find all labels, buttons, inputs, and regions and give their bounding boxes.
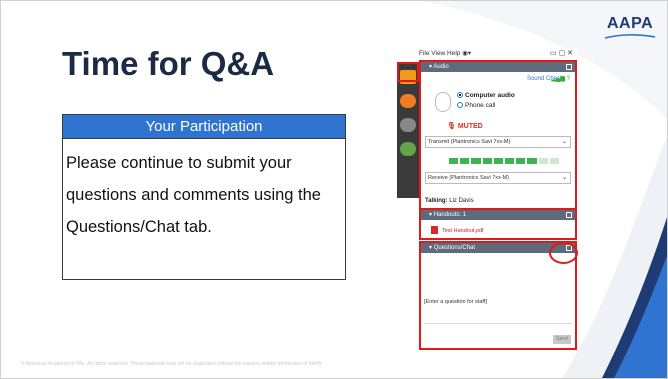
computer-audio-radio[interactable]: Computer audio — [457, 92, 515, 99]
window-controls[interactable]: ▭ ▢ ✕ — [550, 48, 573, 60]
handout-file-link[interactable]: Test Handout.pdf — [431, 226, 484, 234]
webinar-control-panel: File View Help ◉▾ ▭ ▢ ✕ ▾ Audio Sound Ch… — [397, 48, 577, 351]
questions-header-label: Questions/Chat — [433, 245, 476, 251]
screen-icon[interactable] — [400, 118, 416, 132]
transmit-label: Transmit (Plantronics Savi 7xx-M) — [428, 139, 511, 145]
headset-icon — [435, 92, 451, 112]
handout-file-name: Test Handout.pdf — [442, 228, 484, 234]
microphone-icon[interactable] — [400, 94, 416, 108]
phone-call-label: Phone call — [465, 102, 496, 109]
input-divider — [424, 323, 572, 324]
radio-selected-icon — [457, 92, 463, 98]
talking-name: Liz Davis — [449, 198, 474, 204]
panel-side-rail — [397, 62, 419, 198]
popout-callout-ring — [549, 242, 578, 264]
webcam-icon[interactable] — [400, 142, 416, 156]
radio-empty-icon — [457, 102, 463, 108]
chevron-down-icon: ⌄ — [561, 139, 567, 145]
audio-header[interactable]: ▾ Audio — [421, 62, 575, 72]
logo-swoosh-icon — [605, 34, 655, 39]
copyright-footer: © American Academy of PAs. All rights re… — [21, 361, 323, 367]
muted-status[interactable]: 🎙 MUTED — [447, 122, 483, 130]
pdf-icon — [431, 226, 438, 234]
audio-section: ▾ Audio Sound Check ▂▄▆ ? Computer audio… — [419, 60, 577, 213]
computer-audio-label: Computer audio — [465, 92, 515, 99]
talking-indicator: Talking: Liz Davis — [425, 198, 474, 204]
participation-body: Please continue to submit your questions… — [66, 154, 321, 236]
input-level-meter — [449, 158, 560, 164]
phone-call-radio[interactable]: Phone call — [457, 102, 495, 109]
slide-title: Time for Q&A — [62, 45, 275, 82]
signal-bars-icon: ▂▄▆ ? — [551, 76, 570, 82]
popout-icon[interactable] — [566, 64, 572, 70]
chevron-down-icon: ⌄ — [561, 175, 567, 181]
participation-header: Your Participation — [63, 115, 345, 139]
handouts-header-label: Handouts: 1 — [433, 212, 467, 218]
send-button[interactable]: Send — [553, 335, 571, 344]
question-input[interactable]: [Enter a question for staff] — [424, 299, 572, 305]
handouts-header[interactable]: ▾ Handouts: 1 — [421, 210, 575, 220]
talking-label: Talking: — [425, 198, 448, 204]
audio-header-label: Audio — [433, 64, 449, 70]
handouts-section: ▾ Handouts: 1 Test Handout.pdf — [419, 208, 577, 240]
popout-icon[interactable] — [566, 212, 572, 218]
aapa-logo: AAPA — [607, 15, 654, 32]
receive-label: Receive (Plantronics Savi 7xx-M) — [428, 175, 509, 181]
participation-panel: Your Participation Please continue to su… — [62, 114, 346, 280]
slide: AAPA Time for Q&A Your Participation Ple… — [0, 0, 668, 379]
rail-highlight-box — [397, 62, 419, 82]
receive-select[interactable]: Receive (Plantronics Savi 7xx-M) ⌄ — [425, 172, 571, 184]
muted-label: MUTED — [457, 123, 483, 130]
transmit-select[interactable]: Transmit (Plantronics Savi 7xx-M) ⌄ — [425, 136, 571, 148]
